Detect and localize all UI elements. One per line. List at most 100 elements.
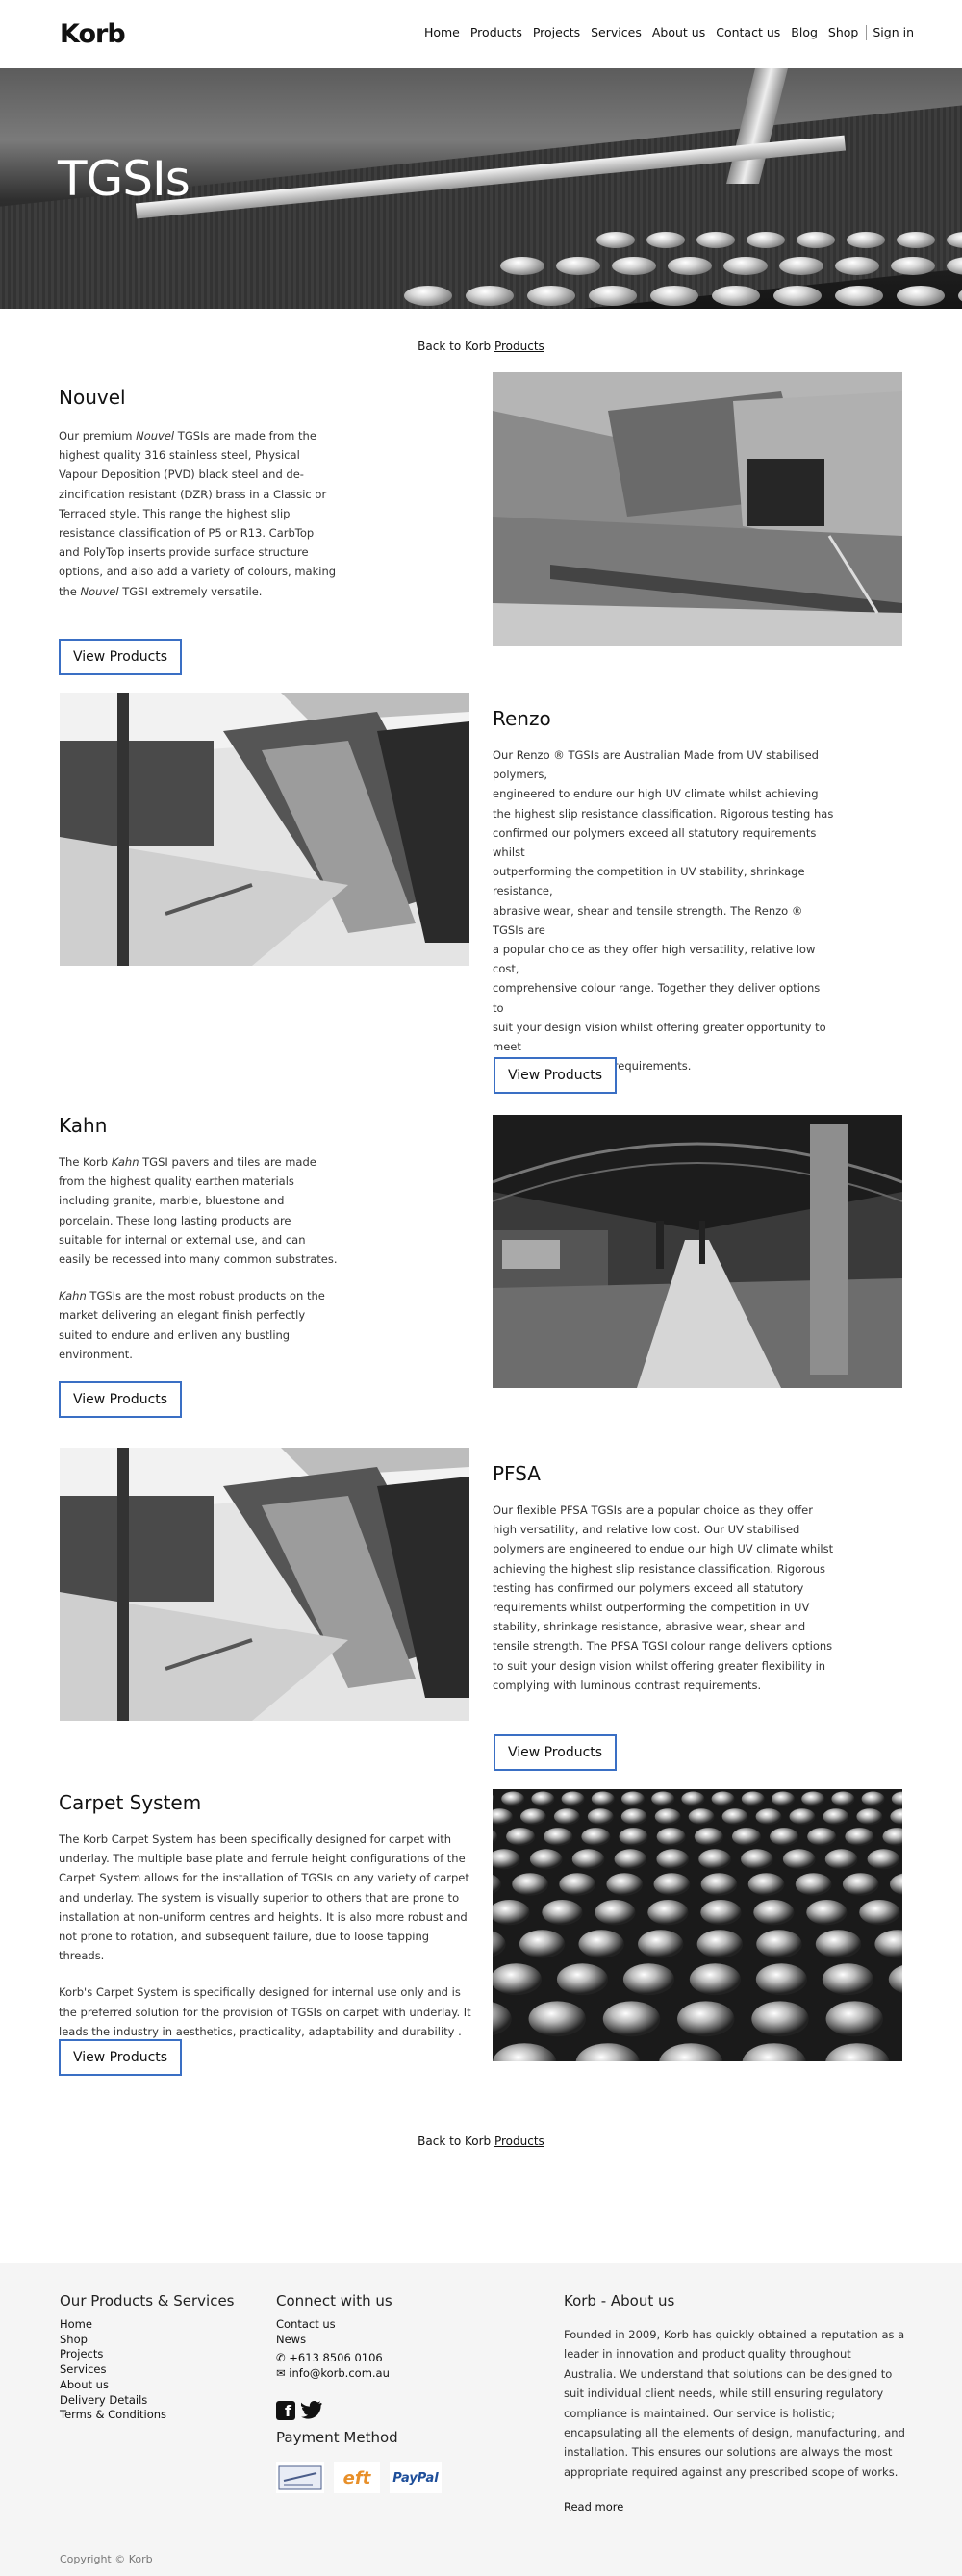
- section-title-nouvel: Nouvel: [59, 386, 126, 409]
- tactile-stud: [835, 286, 883, 306]
- tactile-stud: [723, 257, 768, 275]
- tactile-stud: [506, 1828, 536, 1846]
- view-products-button-nouvel[interactable]: View Products: [59, 639, 182, 675]
- view-products-button-pfsa[interactable]: View Products: [494, 1734, 617, 1771]
- footer-link-delivery[interactable]: Delivery Details: [60, 2393, 166, 2409]
- section-title-kahn: Kahn: [59, 1114, 108, 1137]
- section-text-nouvel: Our premium Nouvel TGSIs are made from t…: [59, 429, 337, 598]
- tactile-stud: [773, 286, 822, 306]
- tactile-stud: [700, 1873, 738, 1896]
- tactile-stud: [647, 1900, 689, 1926]
- nav-about[interactable]: About us: [652, 25, 705, 40]
- tactile-stud: [466, 286, 514, 306]
- tactile-stud: [888, 1965, 902, 1994]
- tactile-stud: [493, 1808, 513, 1825]
- korb-logo[interactable]: Korb: [60, 19, 126, 49]
- tactile-stud: [822, 1963, 873, 1996]
- footer-link-contact[interactable]: Contact us: [276, 2317, 390, 2333]
- tactile-stud: [712, 286, 760, 306]
- nav-contact[interactable]: Contact us: [716, 25, 780, 40]
- tactile-stud: [556, 257, 600, 275]
- back-products-link[interactable]: Products: [494, 340, 544, 353]
- site-header: Korb Home Products Projects Services Abo…: [0, 0, 962, 68]
- nav-blog[interactable]: Blog: [791, 25, 818, 40]
- view-products-button-carpet[interactable]: View Products: [59, 2039, 182, 2076]
- tactile-stud: [621, 1791, 645, 1806]
- tactile-stud: [501, 1791, 525, 1806]
- back-link-prefix: Back to Korb: [418, 2134, 492, 2148]
- sign-in-link[interactable]: Sign in: [873, 25, 914, 40]
- footer-email[interactable]: ✉ info@korb.com.au: [276, 2366, 390, 2382]
- nouvel-photo: [493, 372, 902, 646]
- footer-connect-heading: Connect with us: [276, 2292, 392, 2310]
- tactile-stud: [741, 1849, 773, 1870]
- back-products-link[interactable]: Products: [494, 2134, 544, 2148]
- twitter-icon[interactable]: [299, 2400, 322, 2420]
- tactile-stud: [493, 1849, 520, 1870]
- tactile-stud: [620, 1808, 647, 1825]
- tactile-stud: [856, 1808, 883, 1825]
- footer-payment-heading: Payment Method: [276, 2429, 398, 2446]
- tactile-stud: [404, 286, 452, 306]
- tactile-stud: [897, 232, 935, 248]
- nav-shop[interactable]: Shop: [828, 25, 858, 40]
- read-more-link[interactable]: Read more: [564, 2500, 623, 2515]
- tactile-stud: [696, 232, 735, 248]
- tactile-stud: [581, 1828, 611, 1846]
- nav-products[interactable]: Products: [470, 25, 522, 40]
- view-products-button-renzo[interactable]: View Products: [494, 1057, 617, 1094]
- nav-services[interactable]: Services: [591, 25, 642, 40]
- tactile-stud: [751, 2001, 809, 2037]
- footer-link-terms[interactable]: Terms & Conditions: [60, 2408, 166, 2423]
- tactile-stud: [891, 1791, 902, 1806]
- tactile-stud: [571, 1849, 605, 1870]
- tactile-stud: [622, 1963, 674, 1996]
- tactile-stud: [756, 1930, 802, 1958]
- footer-link-services[interactable]: Services: [60, 2362, 166, 2378]
- footer-link-about[interactable]: About us: [60, 2378, 166, 2393]
- tactile-stud: [867, 1849, 900, 1870]
- tactile-stud: [797, 232, 835, 248]
- tactile-stud: [527, 286, 575, 306]
- tactile-stud: [578, 1930, 624, 1958]
- footer-link-home[interactable]: Home: [60, 2317, 166, 2333]
- tactile-stud: [668, 257, 712, 275]
- tactile-stud: [742, 2043, 806, 2061]
- footer-link-news[interactable]: News: [276, 2333, 390, 2348]
- tactile-stud: [770, 1828, 799, 1846]
- tactile-stud: [654, 1808, 681, 1825]
- tactile-stud: [559, 1873, 596, 1896]
- tactile-stud: [689, 1963, 741, 1996]
- back-link-bottom: Back to Korb Products: [0, 2134, 962, 2148]
- footer-phone[interactable]: ✆ +613 8506 0106: [276, 2351, 390, 2366]
- tactile-stud: [650, 286, 698, 306]
- footer-about-text: Founded in 2009, Korb has quickly obtain…: [564, 2328, 905, 2479]
- tactile-stud: [493, 1900, 530, 1926]
- tactile-stud: [561, 1791, 585, 1806]
- tactile-stud: [512, 1873, 548, 1896]
- tactile-stud: [806, 1900, 848, 1926]
- kahn-photo: [493, 1115, 902, 1388]
- eft-payment-logo: eft: [334, 2462, 380, 2493]
- view-products-button-kahn[interactable]: View Products: [59, 1381, 182, 1418]
- nav-home[interactable]: Home: [424, 25, 460, 40]
- tactile-stud: [801, 1791, 825, 1806]
- tactile-stud: [677, 2001, 735, 2037]
- tactile-stud: [694, 1828, 723, 1846]
- tactile-stud: [789, 1808, 816, 1825]
- tactile-stud: [606, 1873, 644, 1896]
- tactile-stud: [772, 1791, 795, 1806]
- nav-projects[interactable]: Projects: [533, 25, 580, 40]
- paypal-payment-logo: PayPal: [390, 2462, 442, 2493]
- footer-link-projects[interactable]: Projects: [60, 2347, 166, 2362]
- tactile-stud: [653, 1873, 691, 1896]
- tactile-stud: [842, 1873, 879, 1896]
- tactile-stud: [897, 286, 945, 306]
- footer-link-shop[interactable]: Shop: [60, 2333, 166, 2348]
- tactile-stud: [493, 1830, 498, 1844]
- facebook-icon[interactable]: f: [276, 2401, 295, 2420]
- tactile-stud: [656, 1828, 686, 1846]
- tactile-stud: [823, 1808, 849, 1825]
- tactile-stud: [815, 1930, 862, 1958]
- page-title: TGSIs: [58, 151, 190, 207]
